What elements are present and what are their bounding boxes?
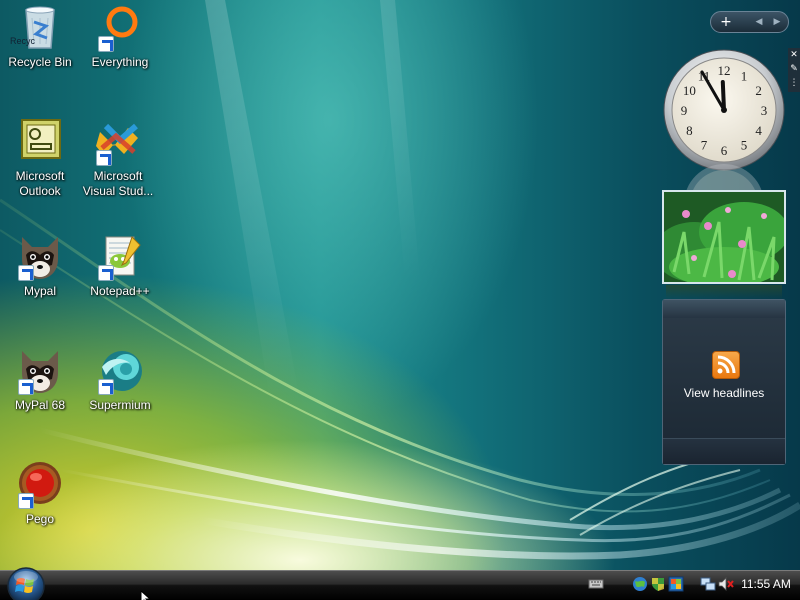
- add-gadget-button[interactable]: +: [715, 14, 737, 30]
- network-globe-icon[interactable]: [632, 576, 648, 592]
- clock-numeral: 12: [718, 63, 731, 78]
- sidebar-next-button[interactable]: ▶: [769, 15, 785, 29]
- desktop-icon-notepad-plus-plus[interactable]: Notepad++: [80, 233, 160, 299]
- clock-numeral: 2: [755, 83, 762, 98]
- network-connection-icon[interactable]: [700, 576, 716, 592]
- clock-numeral: 8: [686, 123, 693, 138]
- taskbar-clock[interactable]: 11:55 AM: [736, 577, 796, 591]
- feed-headlines-gadget[interactable]: View headlines: [662, 299, 786, 465]
- desktop-icon-label: Notepad++: [90, 284, 150, 298]
- visual-studio-icon: [94, 118, 142, 166]
- slideshow-gadget[interactable]: [662, 190, 786, 284]
- outlook-icon: [16, 118, 64, 166]
- rss-feed-icon: [712, 351, 740, 379]
- start-button[interactable]: [6, 566, 46, 600]
- desktop-icon-label: Everything: [91, 55, 149, 69]
- sidebar-previous-button[interactable]: ◀: [751, 15, 767, 29]
- desktop-icon-supermium[interactable]: Supermium: [80, 347, 160, 413]
- system-tray: 11:55 AM: [588, 570, 800, 600]
- clock-numeral: 3: [761, 103, 768, 118]
- desktop-icon-label: Microsoft Outlook: [15, 169, 65, 198]
- security-shield-icon[interactable]: [650, 576, 666, 592]
- shortcut-arrow-icon: [98, 265, 114, 281]
- shortcut-arrow-icon: [18, 265, 34, 281]
- mouse-cursor-icon: [140, 588, 153, 600]
- shortcut-arrow-icon: [18, 493, 34, 509]
- sidebar-toolbar: + ◀ ▶: [710, 11, 789, 33]
- desktop-icon-label: Pego: [25, 512, 55, 526]
- clock-numeral: 1: [741, 68, 748, 83]
- keyboard-language-icon[interactable]: [588, 576, 604, 592]
- desktop-icon-label: Recycle Bin: [8, 55, 72, 69]
- pego-icon: [16, 461, 64, 509]
- clock-numeral: 6: [721, 143, 728, 158]
- desktop[interactable]: Recyc Recycle Bin Everything Microsoft O…: [0, 0, 800, 570]
- shortcut-arrow-icon: [98, 379, 114, 395]
- mypal-raccoon-icon: [16, 233, 64, 281]
- mypal-raccoon-icon: [16, 347, 64, 395]
- feed-gadget-footer: [663, 438, 785, 464]
- supermium-icon: [96, 347, 144, 395]
- clock-gadget[interactable]: 123456789101112: [662, 48, 786, 172]
- clock-numeral: 10: [683, 83, 696, 98]
- close-gadget-icon[interactable]: ✕: [788, 48, 800, 62]
- desktop-icon-microsoft-visual-studio[interactable]: Microsoft Visual Stud...: [78, 118, 158, 199]
- slideshow-reflection: [666, 285, 782, 299]
- desktop-icon-label: MyPal 68: [14, 398, 66, 412]
- clock-numeral: 5: [741, 138, 748, 153]
- recycle-bin-overlay-text: Recyc: [10, 36, 36, 46]
- drag-gadget-icon[interactable]: ⋮: [788, 76, 800, 90]
- desktop-icon-label: Microsoft Visual Stud...: [82, 169, 154, 198]
- volume-muted-icon[interactable]: [718, 576, 734, 592]
- view-headlines-link[interactable]: View headlines: [663, 386, 785, 400]
- clock-numeral: 4: [755, 123, 762, 138]
- desktop-icon-mypal[interactable]: Mypal: [0, 233, 80, 299]
- shortcut-arrow-icon: [96, 150, 112, 166]
- clock-numeral: 7: [701, 138, 708, 153]
- notepad-plus-plus-icon: [96, 233, 144, 281]
- shortcut-arrow-icon: [18, 379, 34, 395]
- desktop-icon-pego[interactable]: Pego: [0, 461, 80, 527]
- gadget-controls: ✕ ✎ ⋮: [788, 48, 800, 92]
- clock-numeral: 9: [681, 103, 688, 118]
- everything-icon: [96, 4, 144, 52]
- desktop-icon-recycle-bin[interactable]: Recyc Recycle Bin: [0, 4, 80, 70]
- clock-face: 123456789101112: [663, 49, 785, 171]
- recycle-bin-icon: Recyc: [10, 4, 64, 52]
- desktop-icon-mypal-68[interactable]: MyPal 68: [0, 347, 80, 413]
- shortcut-arrow-icon: [98, 36, 114, 52]
- slideshow-image: [664, 192, 784, 282]
- desktop-icon-label: Supermium: [89, 398, 151, 412]
- gadget-options-icon[interactable]: ✎: [788, 62, 800, 76]
- desktop-icon-label: Mypal: [23, 284, 56, 298]
- feed-gadget-header: [663, 300, 785, 318]
- desktop-icon-microsoft-outlook[interactable]: Microsoft Outlook: [0, 118, 80, 199]
- desktop-icon-everything[interactable]: Everything: [80, 4, 160, 70]
- windows-update-icon[interactable]: [668, 576, 684, 592]
